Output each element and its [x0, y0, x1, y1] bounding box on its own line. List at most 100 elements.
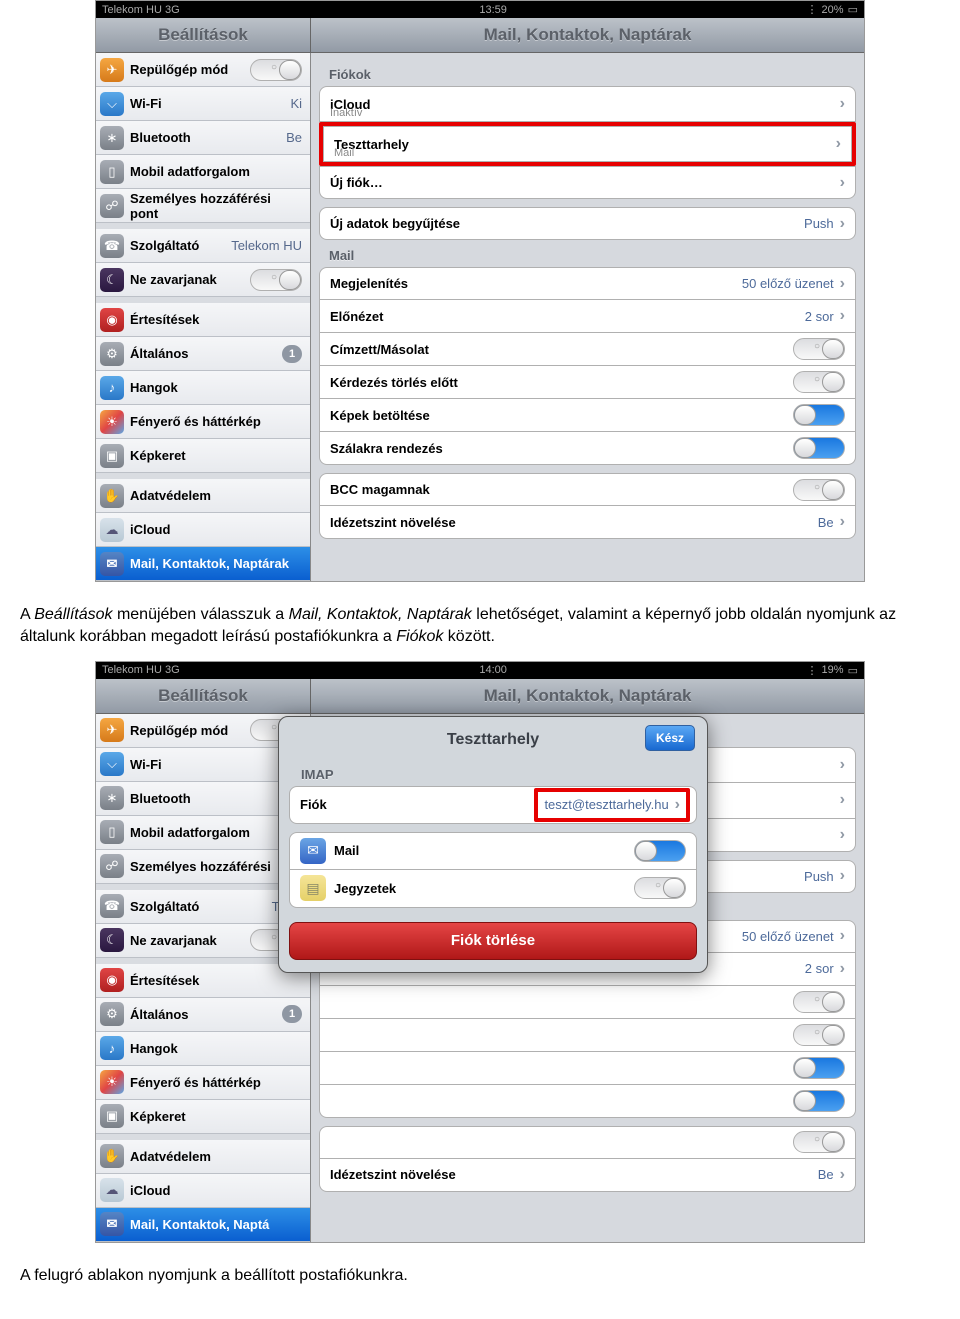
sidebar-item[interactable]: ✋ Adatvédelem: [96, 1140, 310, 1174]
settings-icon: ⚙: [100, 1002, 124, 1026]
setting-row[interactable]: Megjelenítés50 előző üzenet›: [319, 267, 856, 300]
toggle-switch[interactable]: [793, 437, 845, 459]
fetch-new-data-row[interactable]: Új adatok begyűjtése Push ›: [319, 207, 856, 240]
setting-row[interactable]: Előnézet2 sor›: [319, 300, 856, 333]
sidebar-item[interactable]: ▣Képkeret: [96, 439, 310, 473]
chevron-right-icon: ›: [840, 307, 845, 325]
toggle-switch[interactable]: [793, 479, 845, 501]
status-bar: Telekom HU 3G 13:59 ⋮20%▭: [96, 1, 864, 18]
battery-icon: ▭: [848, 664, 858, 677]
service-icon: ✉: [300, 838, 326, 864]
status-bar: Telekom HU 3G 14:00 ⋮19%▭: [96, 662, 864, 679]
sidebar-item[interactable]: ▯Mobil adatforgalom: [96, 155, 310, 189]
service-row[interactable]: ▤Jegyzetek: [289, 870, 697, 908]
delete-account-button[interactable]: Fiók törlése: [289, 922, 697, 960]
settings-icon: ☎: [100, 234, 124, 258]
settings-icon: ♪: [100, 376, 124, 400]
sidebar-item[interactable]: ☀ Fényerő és háttérkép: [96, 1066, 310, 1100]
imap-header: IMAP: [289, 759, 697, 786]
settings-icon: ☎: [100, 894, 124, 918]
done-button[interactable]: Kész: [645, 725, 695, 751]
sidebar-item[interactable]: ☁ iCloud: [96, 1174, 310, 1208]
account-popup: Teszttarhely Kész IMAP Fiók teszt@tesztt…: [278, 716, 708, 973]
sidebar-item-label: Szolgáltató: [130, 899, 272, 914]
sidebar-item[interactable]: ∗BluetoothBe: [96, 121, 310, 155]
sidebar-item[interactable]: ☎SzolgáltatóTelekom HU: [96, 229, 310, 263]
settings-icon: ☍: [100, 194, 124, 218]
sidebar-item-label: Bluetooth: [130, 791, 286, 806]
chevron-right-icon: ›: [840, 95, 845, 113]
settings-icon: ☁: [100, 1178, 124, 1202]
sidebar-item[interactable]: ▣Képkeret: [96, 1100, 310, 1134]
settings-icon: ∗: [100, 786, 124, 810]
account-icloud[interactable]: iCloud Inaktív ›: [319, 86, 856, 122]
sidebar-item[interactable]: ♪ Hangok: [96, 371, 310, 405]
toggle-switch[interactable]: [793, 404, 845, 426]
sidebar-item-label: Fényerő és háttérkép: [130, 1075, 302, 1090]
sidebar-item[interactable]: ☾ Ne zavarjanak: [96, 263, 310, 297]
settings-icon: ▯: [100, 820, 124, 844]
header-right: Mail, Kontaktok, Naptárak: [311, 679, 864, 713]
toggle-switch[interactable]: [793, 338, 845, 360]
sidebar-item[interactable]: ✉Mail, Kontaktok, Naptá: [96, 1208, 310, 1242]
settings-icon: ⌵: [100, 752, 124, 776]
sidebar-item-label: Mail, Kontaktok, Naptá: [130, 1217, 302, 1232]
account-teszttarhely[interactable]: Teszttarhely Mail ›: [323, 126, 852, 162]
instruction-paragraph-2: A felugró ablakon nyomjunk a beállított …: [0, 1253, 960, 1299]
toggle-switch[interactable]: [250, 59, 302, 81]
chevron-right-icon: ›: [840, 275, 845, 293]
sidebar-item[interactable]: ⌵Wi-FiKi: [96, 87, 310, 121]
sidebar-item[interactable]: ✉Mail, Kontaktok, Naptárak: [96, 547, 310, 581]
sidebar-item[interactable]: ♪Hangok: [96, 1032, 310, 1066]
settings-icon: ▣: [100, 1104, 124, 1128]
toggle-switch[interactable]: [634, 877, 686, 899]
header-right: Mail, Kontaktok, Naptárak: [311, 18, 864, 52]
sidebar-item-label: Hangok: [130, 380, 302, 395]
detail-panel[interactable]: Fiókok iCloud Inaktív › Teszttarhely Mai…: [311, 53, 864, 581]
battery-icon: ▭: [848, 3, 858, 16]
new-account-row[interactable]: Új fiók… ›: [319, 166, 856, 199]
settings-icon: ✉: [100, 552, 124, 576]
setting-row[interactable]: Szálakra rendezés: [319, 432, 856, 465]
sidebar-item[interactable]: ☁iCloud: [96, 513, 310, 547]
sidebar-item-label: Hangok: [130, 1041, 302, 1056]
service-row[interactable]: ✉Mail: [289, 832, 697, 870]
settings-icon: ☀: [100, 1070, 124, 1094]
setting-row[interactable]: BCC magamnak: [319, 473, 856, 506]
settings-icon: ✋: [100, 1144, 124, 1168]
sidebar-item[interactable]: ☀Fényerő és háttérkép: [96, 405, 310, 439]
sidebar-item[interactable]: ◉Értesítések: [96, 303, 310, 337]
toggle-switch[interactable]: [250, 269, 302, 291]
bg-row: [319, 1085, 856, 1118]
settings-icon: ☁: [100, 518, 124, 542]
sidebar-item-label: Szolgáltató: [130, 238, 231, 253]
sidebar-item-label: iCloud: [130, 1183, 302, 1198]
sidebar-item[interactable]: ⚙Általános1: [96, 998, 310, 1032]
sidebar-item[interactable]: ☍Személyes hozzáférési pont: [96, 189, 310, 223]
setting-row[interactable]: Képek betöltése: [319, 399, 856, 432]
settings-icon: ☾: [100, 268, 124, 292]
bg-row: [319, 1126, 856, 1159]
setting-row[interactable]: Kérdezés törlés előtt: [319, 366, 856, 399]
sidebar-item[interactable]: ✋Adatvédelem: [96, 479, 310, 513]
sidebar-item[interactable]: ✈Repülőgép mód: [96, 53, 310, 87]
sidebar-item[interactable]: ⚙Általános1: [96, 337, 310, 371]
sidebar-item[interactable]: ◉Értesítések: [96, 964, 310, 998]
settings-icon: ∗: [100, 126, 124, 150]
settings-icon: ☾: [100, 928, 124, 952]
sidebar-item-label: Mobil adatforgalom: [130, 825, 302, 840]
header-left: Beállítások: [96, 18, 311, 52]
setting-row[interactable]: Címzett/Másolat: [319, 333, 856, 366]
sidebar-item-label: Wi-Fi: [130, 96, 290, 111]
sidebar-item-label: Ne zavarjanak: [130, 272, 250, 287]
toggle-switch[interactable]: [634, 840, 686, 862]
quote-level-row[interactable]: Idézetszint növeléseBe›: [319, 1159, 856, 1192]
toggle-switch[interactable]: [793, 371, 845, 393]
setting-row[interactable]: Idézetszint növeléseBe›: [319, 506, 856, 539]
sidebar[interactable]: ✈Repülőgép mód⌵Wi-FiKi∗BluetoothBe▯Mobil…: [96, 53, 311, 581]
account-row[interactable]: Fiók teszt@teszttarhely.hu ›: [289, 786, 697, 824]
settings-icon: ◉: [100, 308, 124, 332]
sidebar-item-label: Adatvédelem: [130, 1149, 302, 1164]
settings-icon: ⚙: [100, 342, 124, 366]
header-left: Beállítások: [96, 679, 311, 713]
